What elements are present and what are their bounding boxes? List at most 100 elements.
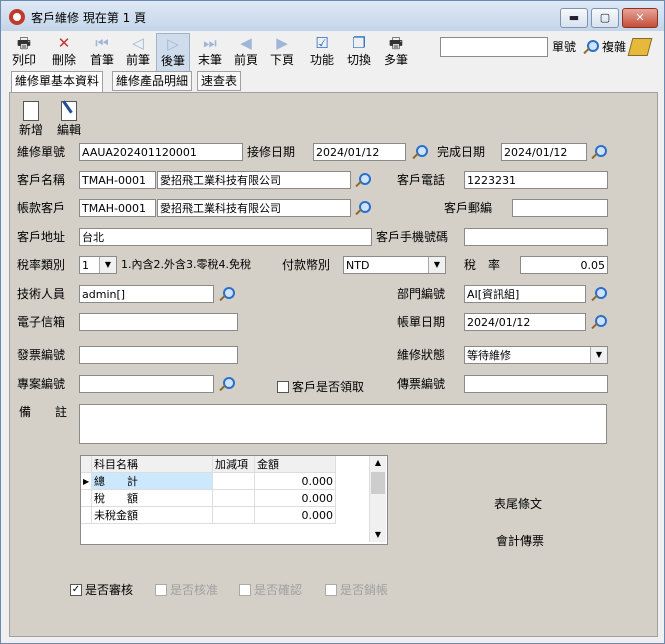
tab-basic-info[interactable]: 維修單基本資料 xyxy=(11,71,104,93)
customer-postal-field[interactable] xyxy=(512,199,608,217)
grid-header-adjust[interactable]: 加減項 xyxy=(213,456,255,473)
table-row[interactable]: 0.000 xyxy=(255,473,336,490)
project-no-label: 專案編號 xyxy=(17,377,66,391)
technician-search-icon[interactable] xyxy=(218,286,235,302)
table-row[interactable]: 0.000 xyxy=(255,490,336,507)
minimize-button[interactable]: ▬ xyxy=(560,8,588,28)
order-search-input[interactable] xyxy=(440,37,548,57)
customer-name-field[interactable]: 愛招飛工業科技有限公司 xyxy=(157,171,351,189)
account-customer-search-icon[interactable] xyxy=(354,200,371,216)
repair-status-select[interactable]: 等待維修 ▼ xyxy=(464,346,608,364)
repair-window: 客戶維修 現在第 1 頁 ▬ ▢ ✕ 🖶 列印 ✕ 刪除 ⏮ 首筆 ◁ 前筆 ▷ 後筆 ⏭… xyxy=(0,0,665,644)
order-no-label: 單號 xyxy=(552,40,577,54)
footer-terms-link[interactable]: 表尾條文 xyxy=(494,495,542,513)
finish-date-picker-icon[interactable] xyxy=(590,144,607,160)
tax-type-dropdown-icon[interactable]: ▼ xyxy=(99,257,116,273)
grid-header-amount[interactable]: 金額 xyxy=(255,456,336,473)
maximize-button[interactable]: ▢ xyxy=(591,8,619,28)
table-row[interactable]: 0.000 xyxy=(255,507,336,524)
voucher-no-field[interactable] xyxy=(464,375,608,393)
technician-field[interactable]: admin[] xyxy=(79,285,214,303)
authorized-checkbox[interactable] xyxy=(155,584,167,596)
bill-date-label: 帳單日期 xyxy=(397,315,446,329)
customer-mobile-field[interactable] xyxy=(464,228,608,246)
tax-rate-label: 稅 率 xyxy=(464,258,501,272)
printer-icon: 🖶 xyxy=(16,34,32,52)
finish-date-field[interactable]: 2024/01/12 xyxy=(501,143,587,161)
tax-type-select[interactable]: 1 ▼ xyxy=(79,256,117,274)
prev-icon: ◁ xyxy=(132,34,144,52)
currency-dropdown-icon[interactable]: ▼ xyxy=(428,257,445,273)
tax-rate-field[interactable]: 0.05 xyxy=(520,256,608,274)
print-button[interactable]: 🖶 列印 xyxy=(8,33,40,71)
summary-grid: 科目名稱 加減項 金額 ▶ 總 計 0.000 稅 額 0.000 未稅金額 0… xyxy=(80,455,388,545)
customer-search-icon[interactable] xyxy=(354,172,371,188)
next-icon: ▷ xyxy=(167,35,179,53)
main-toolbar: 🖶 列印 ✕ 刪除 ⏮ 首筆 ◁ 前筆 ▷ 後筆 ⏭ 末筆 ◀ 前頁 ▶ 下頁 ☑ 功能 ❐ 切換 … xyxy=(1,31,664,73)
table-row[interactable] xyxy=(213,507,255,524)
customer-pickup-checkbox[interactable] xyxy=(277,381,289,393)
invoice-no-label: 發票編號 xyxy=(17,348,66,362)
table-row[interactable]: 未稅金額 xyxy=(92,507,213,524)
table-row[interactable]: 總 計 xyxy=(92,473,213,490)
currency-select[interactable]: NTD ▼ xyxy=(343,256,446,274)
department-field[interactable]: AI[資訊組] xyxy=(464,285,586,303)
next-page-button[interactable]: ▶ 下頁 xyxy=(266,33,298,71)
written-off-checkbox[interactable] xyxy=(325,584,337,596)
remarks-label: 備 註 xyxy=(19,405,68,419)
repair-no-field[interactable]: AAUA202401120001 xyxy=(79,143,243,161)
project-search-icon[interactable] xyxy=(218,376,235,392)
scroll-down-icon[interactable]: ▼ xyxy=(370,528,386,542)
account-customer-code-field[interactable]: TMAH-0001 xyxy=(79,199,156,217)
grid-scrollbar[interactable]: ▲ ▼ xyxy=(369,456,386,542)
bill-date-picker-icon[interactable] xyxy=(590,314,607,330)
receive-date-picker-icon[interactable] xyxy=(411,144,428,160)
customer-address-field[interactable]: 台北 xyxy=(79,228,372,246)
copy-label: 複雜 xyxy=(602,40,627,54)
scroll-up-icon[interactable]: ▲ xyxy=(370,456,386,470)
customer-phone-field[interactable]: 1223231 xyxy=(464,171,608,189)
receive-date-field[interactable]: 2024/01/12 xyxy=(313,143,406,161)
confirmed-label: 是否確認 xyxy=(254,583,303,597)
prev-page-icon: ◀ xyxy=(240,34,252,52)
copy-icon[interactable] xyxy=(627,38,653,56)
table-row[interactable]: 稅 額 xyxy=(92,490,213,507)
grid-header-account[interactable]: 科目名稱 xyxy=(92,456,213,473)
app-icon xyxy=(9,9,25,25)
account-customer-name-field[interactable]: 愛招飛工業科技有限公司 xyxy=(157,199,351,217)
customer-code-field[interactable]: TMAH-0001 xyxy=(79,171,156,189)
confirmed-checkbox[interactable] xyxy=(239,584,251,596)
prev-page-button[interactable]: ◀ 前頁 xyxy=(230,33,262,71)
delete-button[interactable]: ✕ 刪除 xyxy=(48,33,80,71)
remarks-textarea[interactable] xyxy=(79,404,607,444)
function-button[interactable]: ☑ 功能 xyxy=(306,33,338,71)
project-no-field[interactable] xyxy=(79,375,214,393)
first-record-button[interactable]: ⏮ 首筆 xyxy=(86,33,118,71)
close-button[interactable]: ✕ xyxy=(622,8,658,28)
next-record-button[interactable]: ▷ 後筆 xyxy=(156,33,190,73)
receive-date-label: 接修日期 xyxy=(247,145,296,159)
email-field[interactable] xyxy=(79,313,238,331)
basic-info-panel: 新增 編輯 維修單號 AAUA202401120001 接修日期 2024/01… xyxy=(9,92,658,637)
new-button[interactable]: 新增 xyxy=(16,101,46,137)
customer-postal-label: 客戶郵編 xyxy=(444,201,493,215)
last-record-button[interactable]: ⏭ 末筆 xyxy=(194,33,226,71)
order-search-icon[interactable] xyxy=(582,39,599,55)
invoice-no-field[interactable] xyxy=(79,346,238,364)
tab-product-detail[interactable]: 維修產品明細 xyxy=(112,71,193,91)
row-indicator xyxy=(81,507,92,524)
switch-button[interactable]: ❐ 切換 xyxy=(343,33,375,71)
prev-record-button[interactable]: ◁ 前筆 xyxy=(122,33,154,71)
department-search-icon[interactable] xyxy=(590,286,607,302)
edit-button[interactable]: 編輯 xyxy=(54,100,84,137)
multi-record-button[interactable]: 🖶 多筆 xyxy=(380,33,412,71)
table-row[interactable] xyxy=(213,490,255,507)
repair-status-dropdown-icon[interactable]: ▼ xyxy=(590,347,607,363)
department-label: 部門編號 xyxy=(397,287,446,301)
approved-checkbox[interactable]: ✓ xyxy=(70,584,82,596)
scroll-thumb[interactable] xyxy=(371,472,385,494)
table-row[interactable] xyxy=(213,473,255,490)
accounting-voucher-link[interactable]: 會計傳票 xyxy=(496,532,544,550)
tab-quick-lookup[interactable]: 速查表 xyxy=(197,71,242,91)
bill-date-field[interactable]: 2024/01/12 xyxy=(464,313,586,331)
